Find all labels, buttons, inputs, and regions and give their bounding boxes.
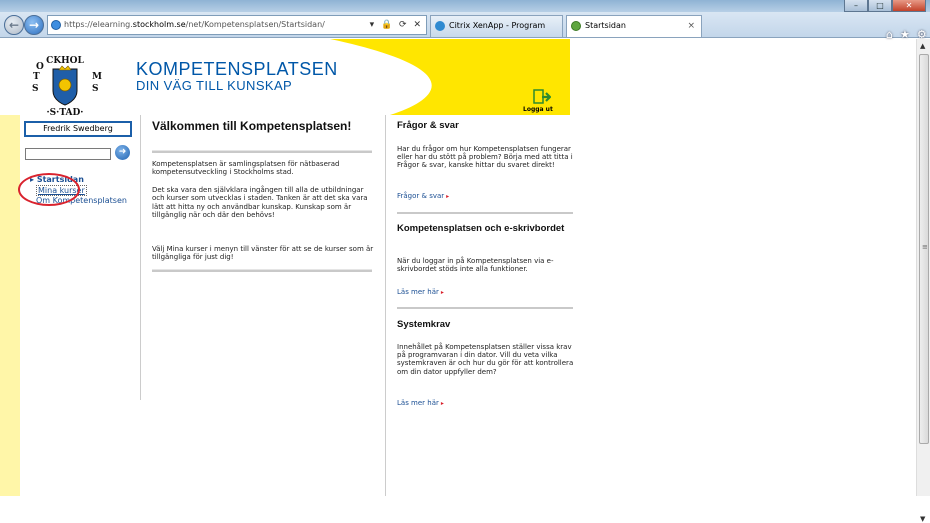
minimize-button[interactable]: –: [844, 0, 868, 12]
page-title: Välkommen till Kompetensplatsen!: [152, 119, 352, 133]
site-favicon-icon: [51, 20, 61, 30]
scroll-down-icon[interactable]: ▼: [920, 515, 925, 523]
section-text-systemkrav: Innehållet på Kompetensplatsen ställer v…: [397, 343, 574, 376]
logout-icon[interactable]: [533, 89, 551, 105]
site-header: CKHOL T O S M S ·S·TAD· KOMPETENSPLATSEN…: [0, 39, 570, 115]
red-highlight-circle: [18, 173, 80, 206]
link-label: Frågor & svar: [397, 192, 445, 200]
tab-startsidan[interactable]: Startsidan ×: [566, 15, 702, 37]
svg-text:M: M: [92, 72, 102, 82]
read-more-link-systemkrav[interactable]: Läs mer här ▸: [397, 399, 444, 407]
link-label: Läs mer här: [397, 399, 439, 407]
tab-citrix-xenapp[interactable]: Citrix XenApp - Program: [430, 15, 563, 37]
svg-text:S: S: [92, 84, 99, 94]
faq-link[interactable]: Frågor & svar ▸: [397, 192, 449, 200]
divider: [397, 212, 573, 214]
back-button[interactable]: ←: [4, 15, 24, 35]
tab-close-icon[interactable]: ×: [687, 16, 695, 36]
instruction-paragraph: Välj Mina kurser i menyn till vänster fö…: [152, 245, 374, 262]
sidebar: Fredrik Swedberg ➜ ▸ Startsidan Mina kur…: [0, 115, 140, 496]
address-host: stockholm.se: [132, 20, 186, 29]
address-path: /net/Kompetensplatsen/Startsidan/: [185, 20, 325, 29]
main-content: Välkommen till Kompetensplatsen! Kompete…: [140, 115, 385, 400]
user-name-box: Fredrik Swedberg: [24, 121, 132, 137]
sidebar-accent-strip: [0, 115, 20, 496]
section-title-e-skrivbordet: Kompetensplatsen och e-skrivbordet: [397, 223, 565, 234]
scroll-up-icon[interactable]: ▲: [920, 42, 925, 50]
intro-paragraph: Kompetensplatsen är samlingsplatsen för …: [152, 160, 340, 177]
window-title-bar: – □ ✕: [0, 0, 930, 12]
scroll-grip-icon: ≡: [922, 243, 928, 251]
page-icon: [571, 21, 581, 31]
maximize-button[interactable]: □: [868, 0, 892, 12]
address-controls[interactable]: ▾ 🔒 ⟳ ✕: [370, 16, 423, 34]
scroll-thumb[interactable]: ≡: [919, 54, 929, 444]
tab-label: Citrix XenApp - Program: [449, 21, 546, 30]
svg-text:O: O: [36, 62, 44, 72]
site-subtitle: DIN VÄG TILL KUNSKAP: [136, 78, 293, 93]
address-bar[interactable]: https://elearning.stockholm.se/net/Kompe…: [47, 15, 427, 35]
search-go-icon[interactable]: ➜: [115, 145, 130, 160]
link-arrow-icon: ▸: [440, 400, 444, 407]
right-column: Frågor & svar Har du frågor om hur Kompe…: [385, 115, 575, 496]
stockholm-stad-logo: CKHOL T O S M S ·S·TAD·: [32, 56, 102, 115]
section-text-e-skrivbordet: När du loggar in på Kompetensplatsen via…: [397, 257, 554, 274]
address-prefix: https://elearning.: [64, 20, 133, 29]
link-label: Läs mer här: [397, 288, 439, 296]
browser-navigation-bar: ← → https://elearning.stockholm.se/net/K…: [0, 12, 930, 41]
description-paragraph: Det ska vara den självklara ingången til…: [152, 186, 368, 220]
divider: [152, 269, 372, 272]
divider: [152, 150, 372, 153]
tab-label: Startsidan: [585, 21, 626, 30]
section-text-faq: Har du frågor om hur Kompetensplatsen fu…: [397, 145, 573, 170]
section-title-systemkrav: Systemkrav: [397, 319, 451, 330]
vertical-scrollbar[interactable]: ▲ ≡ ▼: [916, 39, 930, 523]
citrix-icon: [435, 21, 445, 31]
section-title-faq: Frågor & svar: [397, 120, 459, 131]
svg-text:T: T: [33, 72, 40, 82]
close-window-button[interactable]: ✕: [892, 0, 926, 12]
svg-text:·S·TAD·: ·S·TAD·: [47, 108, 84, 115]
logout-link[interactable]: Logga ut: [523, 106, 553, 113]
link-arrow-icon: ▸: [440, 289, 444, 296]
forward-button[interactable]: →: [24, 15, 44, 35]
svg-text:CKHOL: CKHOL: [46, 56, 84, 66]
site-title: KOMPETENSPLATSEN: [136, 59, 338, 79]
search-input[interactable]: [25, 148, 111, 160]
svg-text:S: S: [32, 84, 39, 94]
divider: [397, 307, 573, 309]
read-more-link-e-skrivbordet[interactable]: Läs mer här ▸: [397, 288, 444, 296]
link-arrow-icon: ▸: [446, 193, 450, 200]
